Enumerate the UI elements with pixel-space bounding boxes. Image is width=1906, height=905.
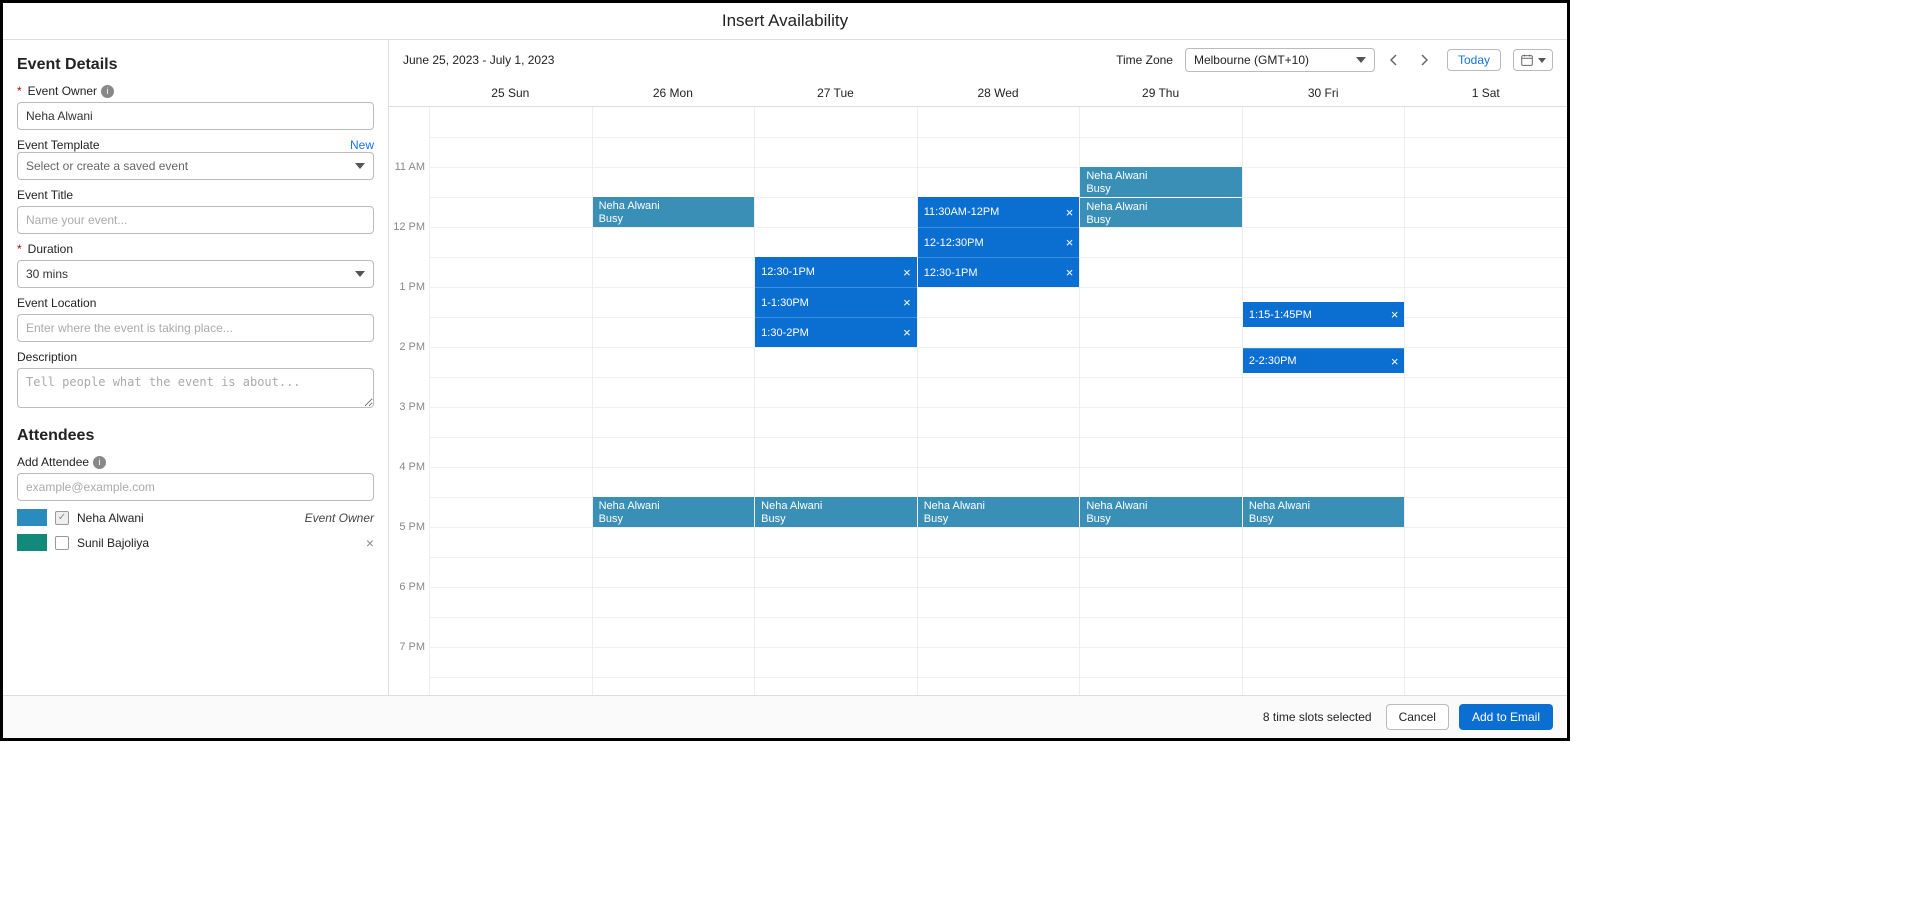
info-icon[interactable]: i [101,85,114,98]
title-label: Event Title [17,188,374,202]
template-label: Event Template [17,138,100,152]
prev-week-button[interactable] [1383,49,1405,71]
dialog-title: Insert Availability [3,3,1567,39]
day-col-wed[interactable]: 11:30AM-12PM× 12-12:30PM× 12:30-1PM× Neh… [917,107,1080,695]
time-slot[interactable]: 1:15-1:45PM× [1243,302,1405,327]
remove-slot-icon[interactable]: × [1391,354,1399,369]
attendee-color [17,534,47,551]
calendar-panel: June 25, 2023 - July 1, 2023 Time Zone M… [389,40,1567,695]
event-details-panel: Event Details * Event Owner i Event Temp… [3,40,389,695]
timezone-label: Time Zone [1116,53,1173,67]
day-headers: 25 Sun 26 Mon 27 Tue 28 Wed 29 Thu 30 Fr… [389,80,1567,107]
add-to-email-button[interactable]: Add to Email [1459,704,1553,730]
remove-slot-icon[interactable]: × [903,325,911,340]
day-head: 30 Fri [1242,80,1405,106]
new-template-link[interactable]: New [350,138,374,152]
calendar-toolbar: June 25, 2023 - July 1, 2023 Time Zone M… [389,40,1567,80]
time-slot[interactable]: 12-12:30PM× [918,227,1080,257]
day-head: 27 Tue [754,80,917,106]
attendee-checkbox[interactable]: ✓ [55,511,69,525]
day-col-sun[interactable] [429,107,592,695]
location-input[interactable] [17,314,374,342]
day-col-thu[interactable]: Neha AlwaniBusy Neha AlwaniBusy Neha Alw… [1079,107,1242,695]
day-head: 1 Sat [1404,80,1567,106]
day-head: 26 Mon [592,80,755,106]
busy-event[interactable]: Neha AlwaniBusy [1080,497,1242,527]
day-col-mon[interactable]: Neha AlwaniBusy Neha AlwaniBusy [592,107,755,695]
chevron-down-icon [355,163,365,169]
attendee-color [17,509,47,526]
required-star: * [17,84,22,98]
attendee-row: ✓ Neha Alwani Event Owner [17,509,374,526]
busy-event[interactable]: Neha AlwaniBusy [1080,197,1242,227]
remove-slot-icon[interactable]: × [1391,307,1399,322]
remove-slot-icon[interactable]: × [1066,265,1074,280]
chevron-down-icon [1538,58,1546,63]
time-slot[interactable]: 12:30-1PM× [755,257,917,287]
day-head: 28 Wed [917,80,1080,106]
date-range: June 25, 2023 - July 1, 2023 [403,53,554,67]
attendees-heading: Attendees [17,427,374,445]
remove-attendee-icon[interactable]: × [366,535,374,551]
next-week-button[interactable] [1413,49,1435,71]
remove-slot-icon[interactable]: × [903,295,911,310]
cancel-button[interactable]: Cancel [1386,704,1449,730]
time-slot[interactable]: 1-1:30PM× [755,287,917,317]
location-label: Event Location [17,296,374,310]
day-col-tue[interactable]: 12:30-1PM× 1-1:30PM× 1:30-2PM× Neha Alwa… [754,107,917,695]
description-input[interactable] [17,368,374,408]
calendar-body: 11 AM 12 PM 1 PM 2 PM 3 PM 4 PM 5 PM 6 P… [389,107,1567,695]
owner-label: * Event Owner i [17,84,374,98]
owner-tag: Event Owner [305,511,374,525]
slots-selected-text: 8 time slots selected [1263,710,1372,724]
busy-event[interactable]: Neha AlwaniBusy [755,497,917,527]
description-label: Description [17,350,374,364]
duration-label: * Duration [17,242,374,256]
calendar-icon [1520,53,1534,67]
attendee-row: Sunil Bajoliya × [17,534,374,551]
time-slot[interactable]: 12:30-1PM× [918,257,1080,287]
time-slot[interactable]: 11:30AM-12PM× [918,197,1080,227]
busy-event[interactable]: Neha AlwaniBusy [593,197,755,227]
time-slot[interactable]: 2-2:30PM× [1243,348,1405,373]
day-head: 29 Thu [1079,80,1242,106]
attendee-name: Neha Alwani [77,511,144,525]
remove-slot-icon[interactable]: × [1066,205,1074,220]
remove-slot-icon[interactable]: × [1066,235,1074,250]
info-icon[interactable]: i [93,456,106,469]
dialog-footer: 8 time slots selected Cancel Add to Emai… [3,695,1567,738]
today-button[interactable]: Today [1447,49,1501,71]
attendee-checkbox[interactable] [55,536,69,550]
duration-select[interactable]: 30 mins [17,260,374,288]
time-gutter: 11 AM 12 PM 1 PM 2 PM 3 PM 4 PM 5 PM 6 P… [389,107,429,695]
busy-event[interactable]: Neha AlwaniBusy [593,497,755,527]
timezone-select[interactable]: Melbourne (GMT+10) [1185,48,1375,72]
title-input[interactable] [17,206,374,234]
remove-slot-icon[interactable]: × [903,265,911,280]
busy-event[interactable]: Neha AlwaniBusy [1243,497,1405,527]
required-star: * [17,242,22,256]
chevron-down-icon [1356,57,1366,63]
event-details-heading: Event Details [17,56,374,74]
time-slot[interactable]: 1:30-2PM× [755,317,917,347]
busy-event[interactable]: Neha AlwaniBusy [918,497,1080,527]
add-attendee-label: Add Attendee i [17,455,374,469]
owner-input[interactable] [17,102,374,130]
chevron-down-icon [355,271,365,277]
calendar-grid[interactable]: Neha AlwaniBusy Neha AlwaniBusy 12:30-1P… [429,107,1567,695]
add-attendee-input[interactable] [17,473,374,501]
calendar-settings-button[interactable] [1513,49,1553,71]
template-select[interactable]: Select or create a saved event [17,152,374,180]
day-col-fri[interactable]: 1:15-1:45PM× 2-2:30PM× Neha AlwaniBusy [1242,107,1405,695]
attendee-name: Sunil Bajoliya [77,536,149,550]
main-content: Event Details * Event Owner i Event Temp… [3,40,1567,695]
day-head: 25 Sun [429,80,592,106]
busy-event[interactable]: Neha AlwaniBusy [1080,167,1242,197]
day-col-sat[interactable] [1404,107,1567,695]
